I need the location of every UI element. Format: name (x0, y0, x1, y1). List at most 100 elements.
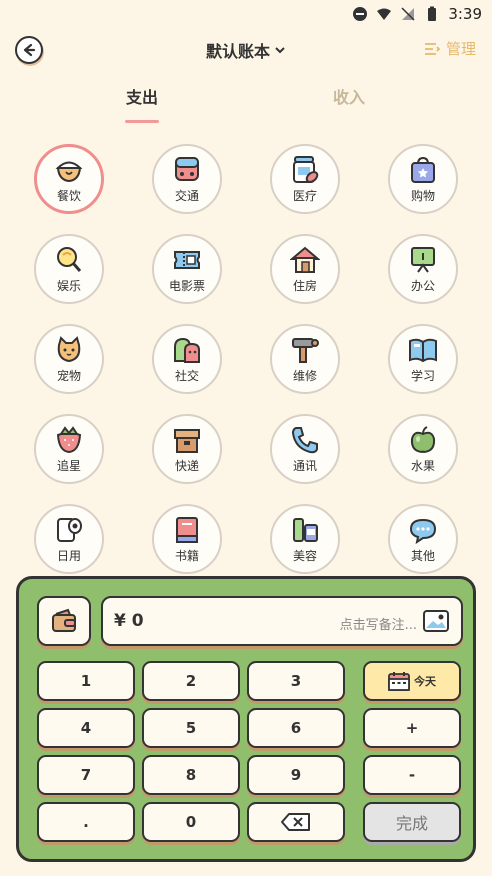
category-daily-use[interactable]: 日用 (34, 504, 104, 574)
type-tabs: 支出 收入 (0, 84, 492, 124)
category-movie-ticket[interactable]: 电影票 (152, 234, 222, 304)
ticket-icon (174, 250, 200, 269)
category-entertainment[interactable]: 娱乐 (34, 234, 104, 304)
category-label: 办公 (410, 278, 435, 293)
category-social[interactable]: 社交 (152, 324, 222, 394)
date-button[interactable]: 今天 (363, 661, 461, 701)
tab-income[interactable]: 收入 (304, 84, 394, 108)
category-label: 日用 (56, 548, 81, 563)
key-6[interactable]: 6 (247, 708, 345, 748)
backspace-icon (281, 813, 310, 831)
more-bubble-icon (409, 518, 437, 544)
key-3[interactable]: 3 (247, 661, 345, 701)
category-label: 住房 (292, 278, 317, 293)
key-0[interactable]: 0 (142, 802, 240, 842)
calendar-icon (388, 672, 410, 691)
board-icon (411, 246, 435, 273)
key-dot[interactable]: . (37, 802, 135, 842)
battery-icon (428, 6, 437, 21)
key-9[interactable]: 9 (247, 755, 345, 795)
key-4[interactable]: 4 (37, 708, 135, 748)
key-5[interactable]: 5 (142, 708, 240, 748)
package-icon (174, 428, 200, 453)
manage-button[interactable]: 管理 (424, 38, 476, 59)
category-delivery[interactable]: 快递 (152, 414, 222, 484)
category-label: 宠物 (56, 368, 81, 383)
category-label: 维修 (292, 368, 317, 383)
cat-icon (57, 335, 81, 362)
house-icon (290, 246, 320, 273)
category-repair[interactable]: 维修 (270, 324, 340, 394)
ledger-selector[interactable]: 默认账本 (206, 38, 286, 62)
backspace-button[interactable] (247, 802, 345, 842)
ledger-name: 默认账本 (205, 42, 270, 61)
note-input[interactable]: 点击写备注... (340, 614, 417, 633)
category-label: 购物 (410, 188, 435, 203)
chevron-down-icon (275, 47, 285, 54)
category-label: 通讯 (292, 458, 317, 473)
tab-expense[interactable]: 支出 (97, 84, 187, 108)
category-label: 娱乐 (56, 278, 81, 293)
category-books[interactable]: 书籍 (152, 504, 222, 574)
key-7[interactable]: 7 (37, 755, 135, 795)
do-not-disturb-icon (353, 7, 368, 21)
back-button[interactable] (15, 36, 43, 64)
wifi-icon (377, 8, 392, 20)
image-icon[interactable] (423, 610, 449, 632)
done-button[interactable]: 完成 (363, 802, 461, 842)
key-minus[interactable]: - (363, 755, 461, 795)
category-label: 水果 (410, 458, 435, 473)
category-telecom[interactable]: 通讯 (270, 414, 340, 484)
category-other[interactable]: 其他 (388, 504, 458, 574)
category-pet[interactable]: 宠物 (34, 324, 104, 394)
chat-people-icon (174, 337, 200, 363)
amount-display: ¥ 0 (114, 611, 144, 631)
category-idol[interactable]: 追星 (34, 414, 104, 484)
category-beauty[interactable]: 美容 (270, 504, 340, 574)
toilet-paper-icon (57, 517, 82, 542)
date-label: 今天 (414, 675, 436, 688)
apple-icon (410, 425, 436, 453)
category-label: 电影票 (168, 278, 205, 293)
category-fruit[interactable]: 水果 (388, 414, 458, 484)
category-housing[interactable]: 住房 (270, 234, 340, 304)
category-transport[interactable]: 交通 (152, 144, 222, 214)
status-time: 3:39 (448, 5, 482, 23)
header: 默认账本 管理 (0, 30, 492, 70)
book-open-icon (409, 338, 437, 362)
key-1[interactable]: 1 (37, 661, 135, 701)
category-label: 书籍 (174, 548, 199, 563)
category-label: 其他 (410, 548, 435, 563)
menu-icon (424, 42, 440, 55)
category-study[interactable]: 学习 (388, 324, 458, 394)
category-label: 社交 (174, 368, 199, 383)
bus-icon (175, 156, 199, 181)
key-plus[interactable]: + (363, 708, 461, 748)
category-office[interactable]: 办公 (388, 234, 458, 304)
category-label: 医疗 (292, 188, 317, 203)
strawberry-icon (56, 425, 82, 453)
category-label: 学习 (410, 368, 435, 383)
cosmetics-icon (293, 517, 318, 542)
phone-icon (291, 426, 318, 453)
no-signal-icon (401, 7, 415, 21)
book-icon (176, 516, 198, 543)
category-shopping[interactable]: 购物 (388, 144, 458, 214)
status-bar: 3:39 (0, 0, 492, 28)
active-tab-indicator (125, 120, 159, 123)
arrow-left-icon (23, 43, 36, 57)
category-dining[interactable]: 餐饮 (34, 144, 104, 214)
key-8[interactable]: 8 (142, 755, 240, 795)
shopping-bag-icon (411, 156, 435, 183)
keypad-panel: ¥ 0 点击写备注... 1 2 3 今天 4 5 6 + 7 8 9 - . … (16, 576, 476, 862)
key-2[interactable]: 2 (142, 661, 240, 701)
category-label: 追星 (56, 458, 81, 473)
lollipop-icon (57, 246, 82, 272)
manage-label: 管理 (445, 40, 476, 58)
category-label: 交通 (174, 188, 199, 203)
account-button[interactable] (37, 596, 91, 646)
category-medical[interactable]: 医疗 (270, 144, 340, 214)
wallet-icon (52, 608, 76, 632)
amount-note-field[interactable]: ¥ 0 点击写备注... (101, 596, 463, 646)
hammer-icon (292, 337, 319, 363)
